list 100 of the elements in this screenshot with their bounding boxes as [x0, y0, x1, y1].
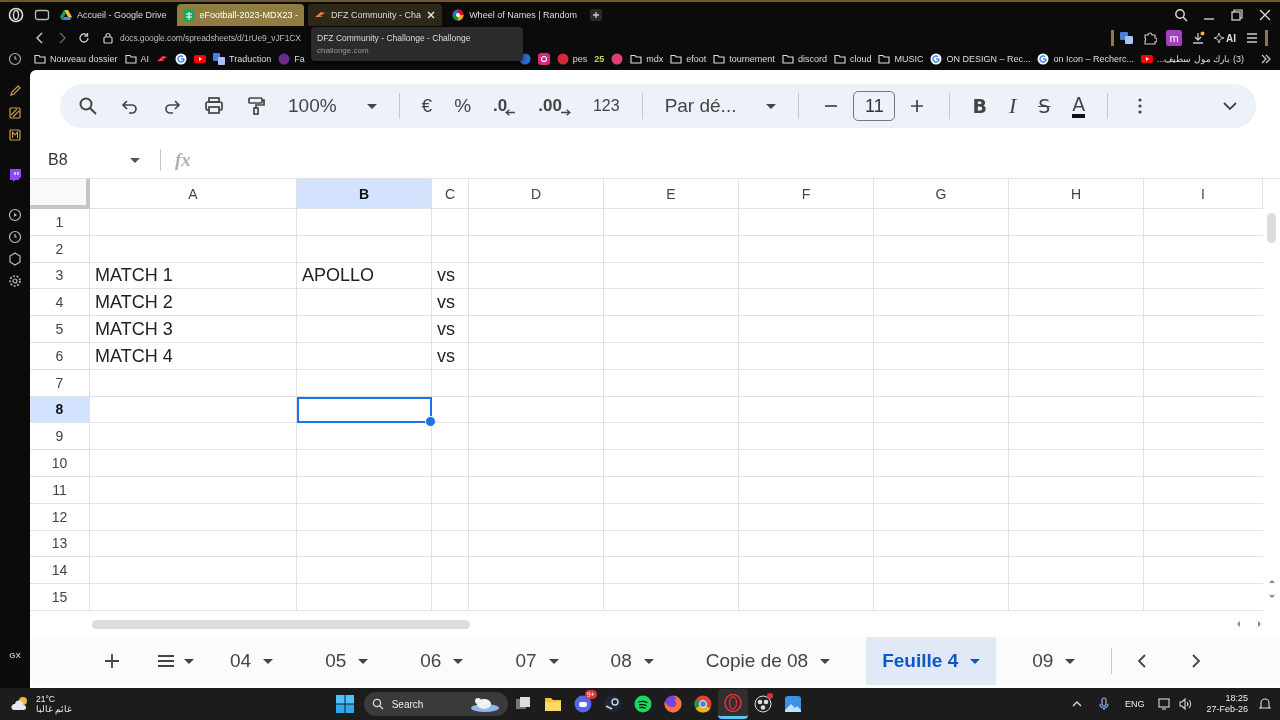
sheet-tab[interactable]: 07	[499, 637, 575, 685]
download-icon[interactable]	[1191, 31, 1205, 45]
vertical-scrollbar[interactable]	[1267, 213, 1276, 243]
table-cell-text: APOLLO	[301, 264, 376, 288]
bookmark[interactable]: pes	[556, 53, 588, 65]
search-icon[interactable]	[78, 96, 98, 116]
bookmark[interactable]	[537, 53, 550, 65]
browser-tab[interactable]: Wheel of Names | Random	[446, 4, 583, 26]
bookmark[interactable]: on Icon – Recherc...	[1037, 53, 1134, 65]
add-sheet-icon[interactable]	[102, 651, 122, 671]
browser-tab[interactable]: DFZ Community - Cha	[308, 4, 443, 26]
decrease-decimals-button[interactable]: .0	[493, 96, 517, 116]
search-icon[interactable]	[1174, 8, 1188, 22]
puzzle-icon[interactable]	[1143, 31, 1157, 45]
zoom-select[interactable]: 100%	[288, 95, 377, 117]
currency-button[interactable]: €	[421, 95, 433, 117]
bookmark[interactable]: Nouveau dossier	[34, 53, 118, 65]
sheet-tab[interactable]: Feuille 4	[866, 637, 997, 685]
tab-icon[interactable]	[34, 7, 50, 23]
microphone-icon[interactable]	[1096, 697, 1111, 711]
percent-button[interactable]: %	[454, 95, 472, 117]
reload-icon[interactable]	[78, 32, 90, 44]
font-size-field[interactable]: 11	[853, 91, 896, 121]
horizontal-scrollbar[interactable]	[92, 619, 470, 629]
sidebar-label[interactable]: GX	[9, 651, 21, 660]
stripes-icon[interactable]	[8, 106, 22, 120]
tooltip-url: challonge.com	[317, 46, 370, 55]
sheet-tab[interactable]: 05	[309, 637, 385, 685]
bookmark[interactable]: (3) بارك مول سطيف...	[1141, 53, 1244, 65]
clock-time[interactable]: 18:25	[1225, 693, 1248, 704]
pen-icon[interactable]	[8, 84, 22, 98]
fill-handle[interactable]	[425, 416, 436, 428]
bold-button[interactable]: B	[972, 95, 987, 117]
close-icon[interactable]	[426, 10, 437, 20]
language-indicator[interactable]: ENG	[1124, 699, 1145, 709]
bookmark[interactable]: cloud	[833, 53, 872, 65]
clock-icon[interactable]	[8, 52, 22, 66]
print-icon[interactable]	[204, 96, 224, 116]
dropdown-caret-icon[interactable]	[184, 658, 194, 664]
cube-icon[interactable]	[8, 252, 22, 266]
column-header[interactable]: I	[1144, 179, 1263, 209]
bookmark[interactable]: MUSIC	[878, 53, 924, 65]
cell-reference-field[interactable]: B8	[48, 151, 130, 169]
sheet-tab[interactable]: 09	[1016, 637, 1092, 685]
bookmark[interactable]: efoot	[670, 53, 707, 65]
scroll-down-icon[interactable]	[1267, 593, 1276, 601]
bookmark[interactable]: discord	[781, 53, 827, 65]
clock-date[interactable]: 27-Feb-26	[1206, 704, 1248, 715]
bookmark[interactable]: 25	[594, 54, 605, 64]
network-icon[interactable]	[1158, 697, 1173, 711]
text-color-button[interactable]: A	[1072, 94, 1086, 118]
address-field[interactable]: docs.google.com/spreadsheets/d/1rUe9_vJF1CX	[120, 33, 301, 43]
menu-icon[interactable]	[1245, 31, 1259, 45]
browser-tab[interactable]: eFootball-2023-MDX23 -	[176, 4, 305, 26]
tooltip-title: DFZ Community - Challonge - Challonge	[317, 33, 472, 43]
strikethrough-button[interactable]: S	[1038, 95, 1051, 117]
sheet-tab[interactable]: 06	[404, 637, 480, 685]
translate-icon[interactable]	[1120, 31, 1134, 45]
bookmark[interactable]: mdx	[630, 53, 664, 65]
restore-icon[interactable]	[1230, 8, 1244, 22]
bookmark[interactable]	[175, 53, 188, 65]
sheet-tab[interactable]: 08	[594, 637, 670, 685]
extension-button[interactable]: m	[1166, 30, 1182, 46]
volume-icon[interactable]	[1178, 697, 1193, 711]
notification-bell-icon[interactable]	[1258, 697, 1272, 711]
windows-start-icon[interactable]	[335, 695, 354, 713]
ai-button[interactable]: AI	[1214, 32, 1236, 44]
clock-icon[interactable]	[8, 230, 22, 244]
browser-logo-icon[interactable]	[8, 7, 24, 23]
bookmark[interactable]: ON DESIGN – Rec...	[930, 53, 1031, 65]
bookmark[interactable]	[194, 53, 207, 65]
folder-icon	[630, 53, 643, 65]
taskbar-button[interactable]	[717, 689, 748, 719]
sheet-tab[interactable]: Copie de 08	[689, 637, 847, 685]
settings-icon[interactable]	[8, 274, 22, 288]
play-circle-icon[interactable]	[8, 208, 22, 222]
taskbar-search-field[interactable]: Search	[363, 692, 508, 716]
new-tab-icon[interactable]	[589, 8, 603, 22]
bookmark[interactable]: Fa	[278, 53, 305, 65]
weather-condition: غائم غالبا	[36, 704, 73, 714]
bookmark[interactable]: Traduction	[213, 53, 272, 65]
more-bookmarks-icon[interactable]	[1260, 53, 1272, 65]
scroll-right-icon[interactable]	[1256, 620, 1264, 628]
dropdown-caret-icon[interactable]	[130, 157, 140, 163]
close-icon[interactable]	[1258, 8, 1272, 22]
square-m-icon[interactable]	[8, 128, 22, 142]
row-header[interactable]: 8	[30, 396, 90, 424]
number-format-button[interactable]: 123	[592, 97, 620, 115]
paint-roller-icon[interactable]	[246, 96, 266, 116]
sheet-tab[interactable]: 04	[214, 637, 290, 685]
bookmark[interactable]: AI	[124, 53, 150, 65]
browser-tab[interactable]: Accueil - Google Drive	[54, 4, 173, 26]
chat-bubble-icon[interactable]	[8, 168, 22, 182]
bookmark[interactable]: tournement	[713, 53, 775, 65]
italic-button[interactable]: I	[1008, 93, 1017, 119]
column-header[interactable]: B	[297, 179, 432, 209]
scroll-up-icon[interactable]	[1267, 577, 1276, 585]
increase-decimals-button[interactable]: .00	[538, 96, 571, 116]
table-cell-text: vs	[436, 318, 456, 341]
font-select[interactable]: Par dé...	[664, 95, 777, 117]
